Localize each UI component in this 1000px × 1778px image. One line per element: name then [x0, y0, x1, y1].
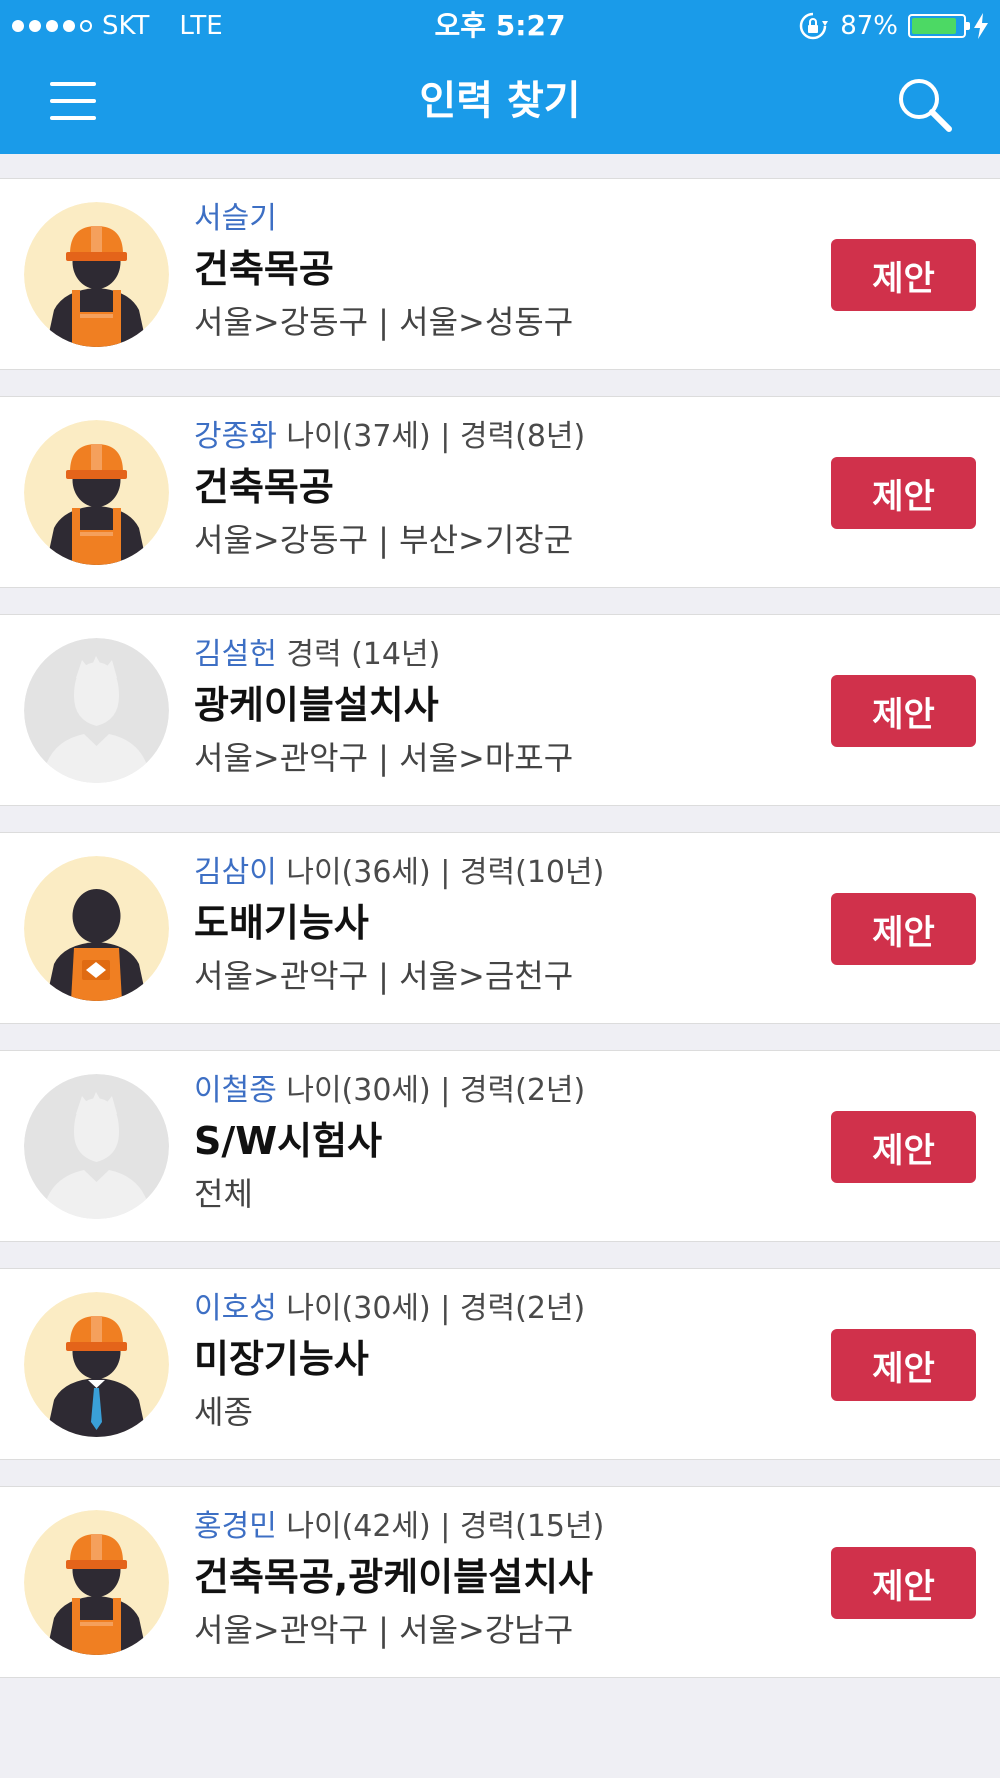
worker-line1: 홍경민 나이(42세) | 경력(15년): [194, 1505, 794, 1549]
worker-card-4[interactable]: 김삼이 나이(36세) | 경력(10년) 도배기능사 서울>관악구 | 서울>…: [0, 832, 1000, 1024]
worker-name: 이철종: [194, 1073, 277, 1108]
worker-region: 서울>관악구 | 서울>강남구: [194, 1611, 574, 1649]
offer-button[interactable]: 제안: [831, 675, 976, 747]
worker-job: 도배기능사: [194, 901, 369, 945]
worker-name: 서슬기: [194, 201, 277, 236]
worker-age-experience: 나이(37세) | 경력(8년): [276, 419, 586, 454]
worker-info: 서슬기 건축목공 서울>강동구 | 서울>성동구: [194, 197, 794, 347]
worker-card-6[interactable]: 이호성 나이(30세) | 경력(2년) 미장기능사 세종 제안: [0, 1268, 1000, 1460]
worker-info: 김삼이 나이(36세) | 경력(10년) 도배기능사 서울>관악구 | 서울>…: [194, 851, 794, 1001]
default-avatar-icon: [24, 638, 169, 783]
worker-age-experience: 나이(30세) | 경력(2년): [276, 1073, 586, 1108]
worker-helmet-avatar-icon: [24, 420, 169, 565]
worker-card-7[interactable]: 홍경민 나이(42세) | 경력(15년) 건축목공,광케이블설치사 서울>관악…: [0, 1486, 1000, 1678]
charging-bolt-icon: [974, 13, 988, 39]
worker-line1: 이철종 나이(30세) | 경력(2년): [194, 1069, 794, 1113]
worker-info: 강종화 나이(37세) | 경력(8년) 건축목공 서울>강동구 | 부산>기장…: [194, 415, 794, 565]
worker-name: 강종화: [194, 419, 277, 454]
worker-job: 건축목공: [194, 465, 334, 509]
worker-age-experience: 나이(30세) | 경력(2년): [276, 1291, 586, 1326]
worker-job: 미장기능사: [194, 1337, 369, 1381]
worker-card-3[interactable]: 김설헌 경력 (14년) 광케이블설치사 서울>관악구 | 서울>마포구 제안: [0, 614, 1000, 806]
battery-fill: [912, 18, 956, 34]
worker-apron-avatar-icon: [24, 856, 169, 1001]
worker-helmet-avatar-icon: [24, 202, 169, 347]
rotation-lock-icon: [799, 12, 829, 40]
offer-button[interactable]: 제안: [831, 1547, 976, 1619]
worker-line1: 강종화 나이(37세) | 경력(8년): [194, 415, 794, 459]
worker-line1: 김삼이 나이(36세) | 경력(10년): [194, 851, 794, 895]
worker-job: 광케이블설치사: [194, 683, 439, 727]
worker-tie-avatar-icon: [24, 1292, 169, 1437]
worker-name: 김설헌: [194, 637, 277, 672]
worker-region: 서울>관악구 | 서울>금천구: [194, 957, 574, 995]
worker-card-5[interactable]: 이철종 나이(30세) | 경력(2년) S/W시험사 전체 제안: [0, 1050, 1000, 1242]
battery-icon: [908, 14, 970, 38]
worker-age-experience: 나이(36세) | 경력(10년): [276, 855, 605, 890]
offer-button[interactable]: 제안: [831, 893, 976, 965]
worker-region: 세종: [194, 1393, 253, 1431]
worker-list: 서슬기 건축목공 서울>강동구 | 서울>성동구 제안 강종화 나이(37세) …: [0, 178, 1000, 1704]
worker-info: 이철종 나이(30세) | 경력(2년) S/W시험사 전체: [194, 1069, 794, 1219]
worker-region: 서울>관악구 | 서울>마포구: [194, 739, 574, 777]
worker-line1: 김설헌 경력 (14년): [194, 633, 794, 677]
offer-button[interactable]: 제안: [831, 457, 976, 529]
offer-button[interactable]: 제안: [831, 1111, 976, 1183]
worker-name: 김삼이: [194, 855, 277, 890]
worker-card-2[interactable]: 강종화 나이(37세) | 경력(8년) 건축목공 서울>강동구 | 부산>기장…: [0, 396, 1000, 588]
worker-name: 홍경민: [194, 1509, 277, 1544]
worker-line1: 서슬기: [194, 197, 794, 241]
default-avatar-icon: [24, 1074, 169, 1219]
battery-percent: 87%: [840, 11, 898, 41]
worker-name: 이호성: [194, 1291, 277, 1326]
status-right: 87%: [798, 8, 990, 44]
worker-region: 전체: [194, 1175, 253, 1213]
worker-info: 이호성 나이(30세) | 경력(2년) 미장기능사 세종: [194, 1287, 794, 1437]
worker-line1: 이호성 나이(30세) | 경력(2년): [194, 1287, 794, 1331]
worker-card-1[interactable]: 서슬기 건축목공 서울>강동구 | 서울>성동구 제안: [0, 178, 1000, 370]
search-icon[interactable]: [896, 76, 954, 134]
offer-button[interactable]: 제안: [831, 239, 976, 311]
worker-job: 건축목공,광케이블설치사: [194, 1555, 593, 1599]
worker-job: 건축목공: [194, 247, 334, 291]
worker-job: S/W시험사: [194, 1119, 383, 1163]
worker-info: 김설헌 경력 (14년) 광케이블설치사 서울>관악구 | 서울>마포구: [194, 633, 794, 783]
worker-helmet-avatar-icon: [24, 1510, 169, 1655]
status-bar: SKT LTE 오후 5:27 87%: [0, 0, 1000, 52]
page-title: 인력 찾기: [419, 78, 581, 124]
worker-region: 서울>강동구 | 부산>기장군: [194, 521, 574, 559]
worker-age-experience: 경력 (14년): [276, 637, 441, 672]
worker-age-experience: 나이(42세) | 경력(15년): [276, 1509, 605, 1544]
offer-button[interactable]: 제안: [831, 1329, 976, 1401]
worker-info: 홍경민 나이(42세) | 경력(15년) 건축목공,광케이블설치사 서울>관악…: [194, 1505, 794, 1655]
worker-region: 서울>강동구 | 서울>성동구: [194, 303, 574, 341]
app-header: SKT LTE 오후 5:27 87% 인력 찾기: [0, 0, 1000, 154]
